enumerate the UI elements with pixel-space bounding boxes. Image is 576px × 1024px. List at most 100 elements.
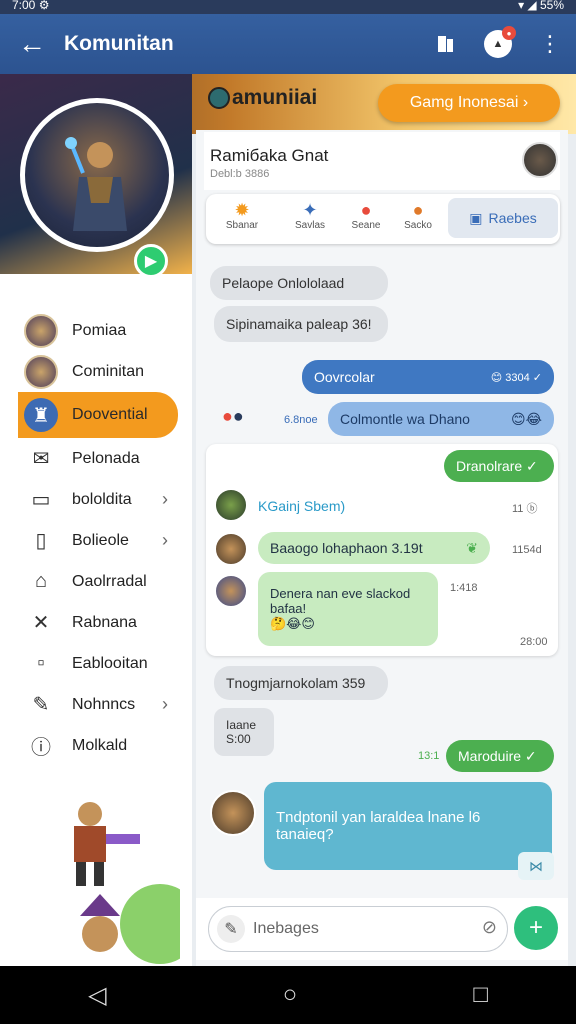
message-bubble[interactable]: Baaogo lohaphaon 3.19t ❦ bbox=[258, 532, 490, 564]
box-icon: ▭ bbox=[31, 489, 51, 511]
hat-icon: ⌂ bbox=[34, 570, 48, 592]
cookie-icon: ● bbox=[412, 200, 424, 220]
sidebar-item-label: Eablooitan bbox=[72, 654, 148, 672]
sidebar-item-label: Molkald bbox=[72, 736, 128, 754]
attachment-icon[interactable]: ⊘ bbox=[482, 917, 497, 938]
quick-item-sbanar[interactable]: ✹ Sbanar bbox=[214, 200, 270, 231]
sidebar-item-label: Doovential bbox=[72, 406, 148, 423]
play-badge-icon[interactable]: ▶ bbox=[134, 244, 168, 278]
gear-icon: ✹ bbox=[234, 200, 250, 220]
pen-icon: ✎ bbox=[32, 694, 50, 716]
sidebar-item-pelonada[interactable]: ✉ Pelonada bbox=[0, 438, 192, 479]
sidebar-item-oaolrradal[interactable]: ⌂ Oaolrradal bbox=[0, 561, 192, 602]
sidebar: ▶ Pomiaa Cominitan ♜ Doovential ✉ Pelona… bbox=[0, 74, 192, 966]
info-icon: ⓘ bbox=[31, 737, 51, 759]
raebes-button[interactable]: ▣ Raebes bbox=[448, 198, 558, 238]
message-time: 28:00 bbox=[520, 636, 548, 648]
sidebar-item-bololdita[interactable]: ▭ bololdita › bbox=[0, 479, 192, 520]
ball-icon: ● bbox=[360, 200, 372, 220]
paperclip-icon[interactable]: ✎ bbox=[217, 915, 245, 943]
avatar[interactable] bbox=[214, 488, 248, 522]
message-bubble[interactable]: Tndptonil yan laraldea lnane l6 tanaieq? bbox=[264, 782, 552, 870]
quick-item-seane[interactable]: ● Seane bbox=[338, 200, 394, 231]
puzzle-icon: ✦ bbox=[302, 200, 318, 220]
sidebar-item-label: Pelonada bbox=[72, 449, 140, 467]
hero-avatar[interactable] bbox=[20, 98, 174, 252]
avatar[interactable] bbox=[214, 532, 248, 566]
emoji-reactions: 😊😂 bbox=[511, 410, 542, 427]
sidebar-item-label: Cominitan bbox=[72, 362, 145, 380]
plant-icon: ❦ bbox=[466, 539, 478, 556]
file-icon: ▫ bbox=[37, 652, 45, 674]
window-icon: ▣ bbox=[469, 209, 483, 226]
message-bubble-outgoing[interactable]: Dranolrare ✓ bbox=[444, 450, 554, 482]
sender-name: KGainj Sbem) bbox=[258, 498, 346, 514]
cross-icon: ✕ bbox=[32, 612, 50, 634]
message-bubble[interactable]: Tnogmjarnokolam 359 bbox=[214, 666, 388, 700]
chat-title: Ramiбaka Gnat bbox=[210, 146, 329, 165]
message-bubble[interactable]: Pelaope Onlololaad bbox=[210, 266, 388, 300]
notification-icon: ▲ ● bbox=[484, 26, 516, 58]
back-arrow-icon[interactable]: ← bbox=[0, 28, 64, 60]
app-bar: ← Komunitan ▲ ● ⋮ bbox=[0, 14, 576, 74]
message-input[interactable]: ✎ Inebages ⊘ bbox=[208, 906, 508, 952]
avatar[interactable] bbox=[210, 790, 256, 836]
sidebar-item-nohnncs[interactable]: ✎ Nohnncs › bbox=[0, 684, 192, 725]
sidebar-item-label: Bolieole bbox=[72, 531, 129, 549]
home-nav-icon[interactable]: ○ bbox=[283, 981, 298, 1009]
avatar-icon bbox=[24, 354, 58, 389]
sidebar-item-eablooitan[interactable]: ▫ Eablooitan bbox=[0, 643, 192, 684]
avatar[interactable] bbox=[214, 574, 248, 608]
chevron-right-icon: › bbox=[162, 694, 168, 714]
status-bar: 7:00 ⚙ ▾ ◢ 55% bbox=[0, 0, 576, 14]
message-bubble-outgoing[interactable]: Maroduire ✓ bbox=[446, 740, 554, 772]
sidebar-item-cominitan[interactable]: Cominitan bbox=[0, 351, 192, 392]
status-right: ▾ ◢ 55% bbox=[518, 0, 564, 12]
message-time: 1:418 bbox=[450, 582, 478, 594]
reaction-icons: ●● bbox=[222, 406, 244, 426]
doc-icon: ▯ bbox=[35, 530, 47, 552]
sidebar-item-bolieole[interactable]: ▯ Bolieole › bbox=[0, 520, 192, 561]
chevron-right-icon: › bbox=[162, 530, 168, 550]
quick-item-savlas[interactable]: ✦ Savlas bbox=[282, 200, 338, 231]
community-logo: amuniiai bbox=[208, 86, 317, 110]
system-nav-bar: ◁ ○ □ bbox=[0, 966, 576, 1024]
notification-badge: ● bbox=[502, 26, 516, 40]
message-bubble[interactable]: Denera nan eve slackod bafaa! 🤔😂😊 bbox=[258, 572, 438, 646]
send-button[interactable]: + bbox=[514, 906, 558, 950]
sidebar-item-doovential[interactable]: ♜ Doovential bbox=[18, 392, 178, 438]
chat-subtitle: Debl:b 3886 bbox=[210, 168, 270, 180]
message-bubble[interactable]: Sipinamaika paleap 36! bbox=[214, 306, 388, 342]
recents-nav-icon[interactable]: □ bbox=[473, 981, 488, 1009]
more-menu-icon[interactable]: ⋮ bbox=[524, 31, 576, 57]
notification-button[interactable]: ▲ ● bbox=[472, 26, 524, 58]
expand-icon[interactable]: ⋈ bbox=[518, 852, 554, 880]
avatar-icon bbox=[24, 313, 58, 348]
message-bubble-outgoing[interactable]: Oovrcolar 😊 3304 ✓ bbox=[302, 360, 554, 394]
message-time: 1154d bbox=[512, 544, 542, 556]
sidebar-item-label: bololdita bbox=[72, 490, 132, 508]
quick-item-sacko[interactable]: ● Sacko bbox=[390, 200, 446, 231]
sidebar-item-molkald[interactable]: ⓘ Molkald bbox=[0, 725, 192, 766]
chat-avatar[interactable] bbox=[522, 142, 558, 178]
tower-icon: ♜ bbox=[24, 398, 58, 432]
character-art-icon bbox=[74, 802, 180, 964]
back-nav-icon[interactable]: ◁ bbox=[88, 981, 106, 1010]
message-time: 13:1 bbox=[418, 750, 440, 762]
message-time: 6.8noe bbox=[284, 414, 318, 426]
message-bubble[interactable]: Iaane S:00 bbox=[214, 708, 274, 756]
chevron-right-icon: › bbox=[162, 489, 168, 509]
mail-icon: ✉ bbox=[32, 448, 50, 470]
message-time: 11 ⓑ bbox=[512, 503, 538, 515]
logo-icon bbox=[208, 87, 230, 110]
sidebar-item-label: Rabnana bbox=[72, 613, 137, 631]
status-left: 7:00 ⚙ bbox=[12, 0, 50, 12]
bookmark-icon[interactable] bbox=[420, 33, 472, 55]
sidebar-item-rabnana[interactable]: ✕ Rabnana bbox=[0, 602, 192, 643]
sidebar-item-label: Pomiaa bbox=[72, 321, 127, 339]
gaming-indonesia-button[interactable]: Gamg Inonesai › bbox=[378, 84, 560, 122]
sidebar-item-label: Oaolrradal bbox=[72, 572, 147, 590]
plus-icon: + bbox=[528, 914, 543, 941]
message-bubble-outgoing[interactable]: Colmontle wa Dhano 😊😂 bbox=[328, 402, 554, 436]
sidebar-item-pomiaa[interactable]: Pomiaa bbox=[0, 310, 192, 351]
